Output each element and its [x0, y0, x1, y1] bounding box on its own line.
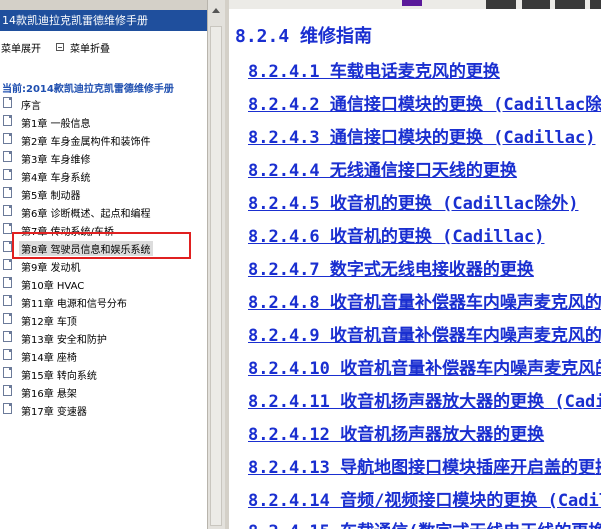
tree-item-label: 第5章 制动器 — [21, 191, 81, 202]
document-icon — [3, 169, 12, 180]
toolbar-button-2[interactable] — [522, 0, 550, 9]
document-icon — [3, 349, 12, 360]
toc-link[interactable]: 8.2.4.12 收音机扬声器放大器的更换 — [248, 420, 544, 445]
document-icon — [3, 295, 12, 306]
tree-item-ch16[interactable]: 第16章 悬架 — [0, 382, 207, 400]
collapse-icon[interactable] — [56, 43, 64, 51]
document-icon — [3, 385, 12, 396]
tree-item-preface[interactable]: 序言 — [0, 94, 207, 112]
section-heading: 8.2.4 维修指南 — [235, 26, 373, 47]
current-location: 当前:2014款凯迪拉克凯雷德维修手册 — [2, 84, 174, 95]
document-icon — [3, 367, 12, 378]
tree-item-ch15[interactable]: 第15章 转向系统 — [0, 364, 207, 382]
scroll-thumb[interactable] — [210, 26, 222, 526]
tree-item-label: 第10章 HVAC — [21, 281, 85, 292]
document-icon — [3, 403, 12, 414]
tree-item-ch2[interactable]: 第2章 车身金属构件和装饰件 — [0, 130, 207, 148]
scroll-up-icon[interactable] — [212, 8, 220, 13]
tree-item-label: 第3章 车身维修 — [21, 155, 91, 166]
tree-item-label: 第11章 电源和信号分布 — [21, 299, 127, 310]
toolbar-button-1[interactable] — [486, 0, 516, 9]
tree-item-ch14[interactable]: 第14章 座椅 — [0, 346, 207, 364]
toc-link[interactable]: 8.2.4.6 收音机的更换 (Cadillac) — [248, 222, 544, 247]
toolbar-button-4[interactable] — [590, 0, 601, 9]
toc-link[interactable]: 8.2.4.4 无线通信接口天线的更换 — [248, 156, 517, 181]
tree-item-label: 第15章 转向系统 — [21, 371, 97, 382]
document-icon — [3, 331, 12, 342]
tree-item-ch9[interactable]: 第9章 发动机 — [0, 256, 207, 274]
toolbar-purple-button[interactable] — [402, 0, 422, 6]
tree-item-label: 第7章 传动系统/车桥 — [21, 227, 114, 238]
toc-link[interactable]: 8.2.4.9 收音机音量补偿器车内噪声麦克风的更换 — [248, 321, 601, 346]
tree-scrollbar[interactable] — [207, 0, 225, 529]
tree-item-ch10[interactable]: 第10章 HVAC — [0, 274, 207, 292]
document-icon — [3, 241, 12, 252]
document-icon — [3, 151, 12, 162]
collapse-all-button[interactable]: 菜单折叠 — [70, 40, 110, 55]
toolbar-button-3[interactable] — [555, 0, 585, 9]
document-icon — [3, 205, 12, 216]
tree-item-ch17[interactable]: 第17章 变速器 — [0, 400, 207, 418]
tree-item-label: 第6章 诊断概述、起点和编程 — [21, 209, 151, 220]
toc-link[interactable]: 8.2.4.10 收音机音量补偿器车内噪声麦克风的更换 — [248, 354, 601, 379]
tree-item-label: 第14章 座椅 — [21, 353, 77, 364]
document-icon — [3, 133, 12, 144]
toc-link[interactable]: 8.2.4.14 音频/视频接口模块的更换 (Cadillac) — [248, 486, 601, 511]
toc-link[interactable]: 8.2.4.1 车载电话麦克风的更换 — [248, 57, 500, 82]
pane-top-strip — [0, 0, 207, 10]
tree-item-label: 第9章 发动机 — [21, 263, 81, 274]
toc-link[interactable]: 8.2.4.13 导航地图接口模块插座开启盖的更换 — [248, 453, 601, 478]
tree-item-label: 第1章 一般信息 — [21, 119, 91, 130]
document-icon — [3, 97, 12, 108]
tree-item-ch11[interactable]: 第11章 电源和信号分布 — [0, 292, 207, 310]
tree-item-label: 第4章 车身系统 — [21, 173, 91, 184]
tree-item-ch7[interactable]: 第7章 传动系统/车桥 — [0, 220, 207, 238]
toc-link[interactable]: 8.2.4.7 数字式无线电接收器的更换 — [248, 255, 534, 280]
tree-item-label: 序言 — [21, 101, 41, 112]
tree-item-ch1[interactable]: 第1章 一般信息 — [0, 112, 207, 130]
toc-link[interactable]: 8.2.4.11 收音机扬声器放大器的更换 (Cadillac) — [248, 387, 601, 412]
tree-item-label: 第16章 悬架 — [21, 389, 77, 400]
tree-item-label: 第13章 安全和防护 — [21, 335, 107, 346]
tree-item-ch5[interactable]: 第5章 制动器 — [0, 184, 207, 202]
content-pane: 8.2.4 维修指南 8.2.4.1 车载电话麦克风的更换 8.2.4.2 通信… — [229, 0, 601, 529]
content-top-strip — [229, 0, 601, 9]
navigation-pane: 14款凯迪拉克凯雷德维修手册 菜单展开 菜单折叠 当前:2014款凯迪拉克凯雷德… — [0, 0, 207, 529]
tree-item-ch4[interactable]: 第4章 车身系统 — [0, 166, 207, 184]
tree-item-label: 第17章 变速器 — [21, 407, 87, 418]
tree-item-label: 第12章 车顶 — [21, 317, 77, 328]
tree-toolbar: 菜单展开 菜单折叠 — [0, 40, 207, 56]
tree-item-ch3[interactable]: 第3章 车身维修 — [0, 148, 207, 166]
expand-all-button[interactable]: 菜单展开 — [1, 40, 41, 55]
toc-link[interactable]: 8.2.4.3 通信接口模块的更换 (Cadillac) — [248, 123, 595, 148]
document-icon — [3, 115, 12, 126]
tree-item-ch12[interactable]: 第12章 车顶 — [0, 310, 207, 328]
document-icon — [3, 259, 12, 270]
tree-item-ch6[interactable]: 第6章 诊断概述、起点和编程 — [0, 202, 207, 220]
tree-item-label: 第8章 驾驶员信息和娱乐系统 — [19, 241, 153, 256]
tree-item-label: 第2章 车身金属构件和装饰件 — [21, 137, 151, 148]
document-icon — [3, 223, 12, 234]
tree-item-ch13[interactable]: 第13章 安全和防护 — [0, 328, 207, 346]
document-icon — [3, 277, 12, 288]
toc-link[interactable]: 8.2.4.5 收音机的更换 (Cadillac除外) — [248, 189, 578, 214]
toc-link[interactable]: 8.2.4.8 收音机音量补偿器车内噪声麦克风的更换 — [248, 288, 601, 313]
manual-title-bar: 14款凯迪拉克凯雷德维修手册 — [0, 10, 207, 31]
document-icon — [3, 313, 12, 324]
document-icon — [3, 187, 12, 198]
toc-link[interactable]: 8.2.4.15 车载通信(数字式无线电天线的更换 — [248, 517, 601, 529]
toc-link[interactable]: 8.2.4.2 通信接口模块的更换 (Cadillac除外) — [248, 90, 601, 115]
tree-item-ch8[interactable]: 第8章 驾驶员信息和娱乐系统 — [0, 238, 207, 256]
